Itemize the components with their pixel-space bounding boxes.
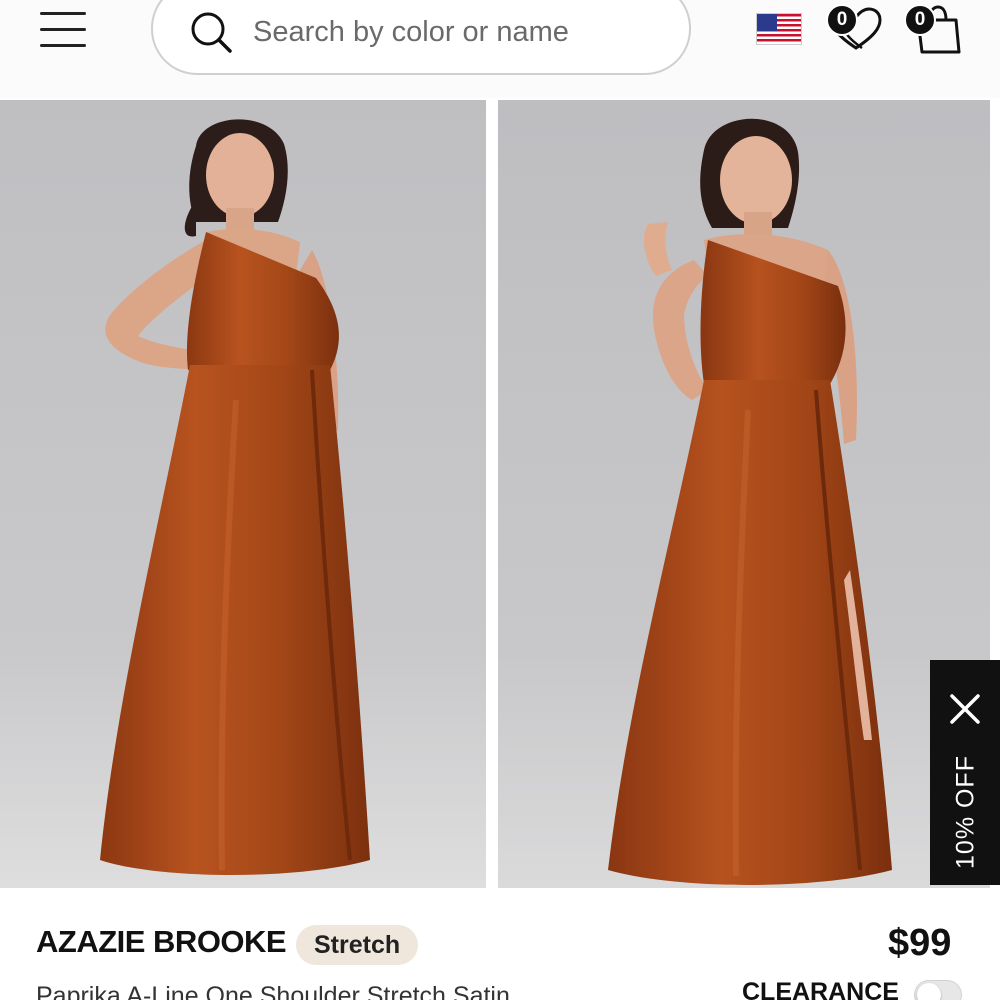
dress-model-illustration [498,100,990,888]
search-icon [191,12,232,53]
menu-icon[interactable] [40,12,86,48]
wishlist-button[interactable]: 0 [826,4,882,50]
menu-line [40,44,86,47]
cart-count-badge: 0 [904,4,936,36]
top-header: 0 0 [0,0,1000,98]
discount-tab[interactable]: 10% OFF [930,660,1000,885]
clearance-label: CLEARANCE [742,978,899,1000]
cart-button[interactable]: 0 [904,4,962,54]
flag-graphic [757,14,801,44]
dress-model-illustration [0,100,486,888]
product-title[interactable]: Paprika A-Line One Shoulder Stretch Sati… [36,982,510,1000]
menu-line [40,12,86,15]
product-photo-pose[interactable] [498,100,990,888]
product-photo-front[interactable] [0,100,486,888]
product-brand[interactable]: AZAZIE BROOKE [36,924,287,960]
product-price: $99 [888,922,952,964]
wishlist-count-badge: 0 [826,4,858,36]
toggle-knob [917,983,941,1000]
search-input[interactable] [253,10,653,54]
close-icon[interactable] [948,692,982,726]
us-flag-icon[interactable] [756,13,802,45]
search-bar[interactable] [151,0,691,75]
clearance-toggle[interactable] [914,980,962,1000]
menu-line [40,28,86,31]
discount-label: 10% OFF [951,755,980,869]
stretch-tag: Stretch [296,925,419,965]
